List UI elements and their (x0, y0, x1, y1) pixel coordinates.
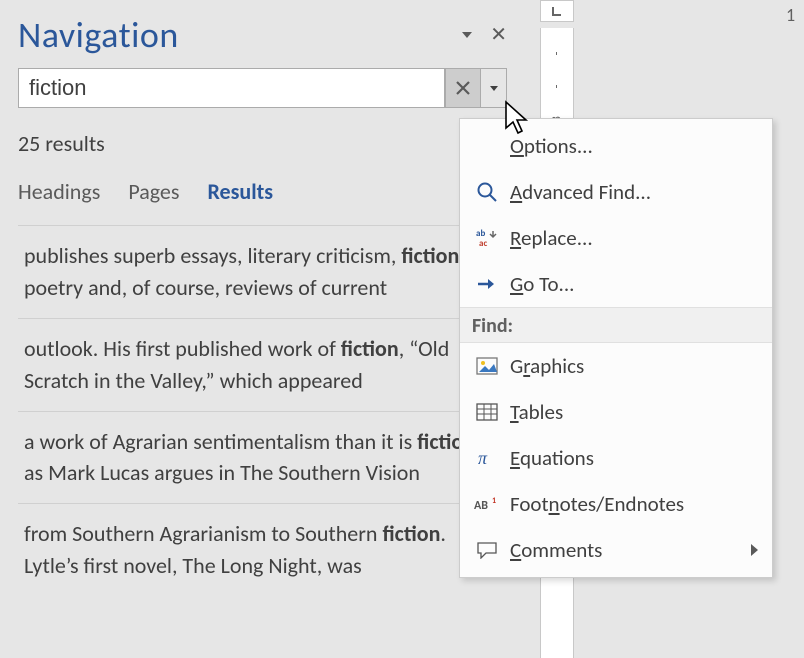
clear-search-button[interactable] (445, 68, 481, 108)
page-indicator: 1 (786, 4, 795, 26)
close-pane-button[interactable]: ✕ (490, 25, 507, 45)
ruler-corner[interactable] (540, 0, 574, 22)
menu-label: Tables (510, 399, 758, 425)
nav-tabs: Headings Pages Results (18, 178, 507, 205)
search-result-item[interactable]: from Southern Agrarianism to Southern fi… (18, 503, 507, 596)
menu-label: Footnotes/Endnotes (510, 491, 758, 517)
goto-icon (470, 276, 504, 292)
tab-stop-icon (550, 4, 564, 18)
tab-headings[interactable]: Headings (18, 178, 100, 205)
search-options-dropdown[interactable] (481, 68, 507, 108)
search-icon (470, 181, 504, 203)
menu-find-comments[interactable]: Comments (460, 527, 772, 573)
menu-label: Equations (510, 445, 758, 471)
menu-label: Options... (510, 133, 758, 159)
tab-results[interactable]: Results (207, 178, 273, 205)
results-summary-row: 25 results ▲ (18, 128, 507, 158)
footnote-icon: AB 1 (470, 495, 504, 513)
menu-find-tables[interactable]: Tables (460, 389, 772, 435)
svg-text:ac: ac (479, 238, 487, 248)
navigation-pane: Navigation ✕ 25 results ▲ Headings Pages… (0, 0, 525, 658)
pane-options-dropdown[interactable] (462, 32, 472, 38)
menu-label: Comments (510, 537, 751, 563)
nav-header-actions: ✕ (462, 25, 507, 45)
navigation-title: Navigation (18, 13, 179, 57)
svg-text:1: 1 (492, 496, 496, 506)
menu-options[interactable]: Options... (460, 123, 772, 169)
menu-find-footnotes[interactable]: AB 1 Footnotes/Endnotes (460, 481, 772, 527)
menu-replace[interactable]: abac Replace... (460, 215, 772, 261)
search-row (18, 68, 507, 108)
graphics-icon (470, 357, 504, 375)
search-results-list: publishes superb essays, literary critic… (18, 225, 507, 596)
result-keyword: fiction (341, 335, 399, 362)
result-keyword: fiction (401, 242, 459, 269)
menu-find-equations[interactable]: π Equations (460, 435, 772, 481)
svg-text:π: π (478, 448, 488, 468)
search-input[interactable] (18, 68, 445, 108)
ruler-tick: - (550, 71, 565, 103)
close-icon (455, 80, 471, 96)
result-text-pre: from Southern Agrarianism to Southern (24, 520, 382, 547)
menu-label: Replace... (510, 225, 758, 251)
search-result-item[interactable]: publishes superb essays, literary critic… (18, 225, 507, 318)
comment-icon (470, 541, 504, 559)
ruler-tick: - (550, 38, 565, 70)
result-keyword: fiction (382, 520, 440, 547)
result-text-pre: outlook. His first published work of (24, 335, 341, 362)
search-result-item[interactable]: a work of Agrarian sentimentalism than i… (18, 411, 507, 504)
result-text-pre: publishes superb essays, literary critic… (24, 242, 401, 269)
submenu-arrow-icon (751, 544, 758, 556)
table-icon (470, 403, 504, 421)
tab-pages[interactable]: Pages (128, 178, 179, 205)
menu-label: Graphics (510, 353, 758, 379)
menu-label: Go To... (510, 271, 758, 297)
menu-advanced-find[interactable]: Advanced Find... (460, 169, 772, 215)
result-text-pre: a work of Agrarian sentimentalism than i… (24, 428, 417, 455)
results-count: 25 results (18, 130, 105, 157)
navigation-header: Navigation ✕ (18, 7, 507, 62)
equation-icon: π (470, 448, 504, 468)
menu-goto[interactable]: Go To... (460, 261, 772, 307)
menu-section-find: Find: (460, 307, 772, 343)
svg-text:AB: AB (474, 499, 488, 513)
menu-find-graphics[interactable]: Graphics (460, 343, 772, 389)
search-options-menu: Options... Advanced Find... abac Replace… (459, 118, 773, 578)
search-result-item[interactable]: outlook. His first published work of fic… (18, 318, 507, 411)
chevron-down-icon (490, 86, 498, 91)
replace-icon: abac (470, 228, 504, 248)
menu-label: Advanced Find... (510, 179, 758, 205)
